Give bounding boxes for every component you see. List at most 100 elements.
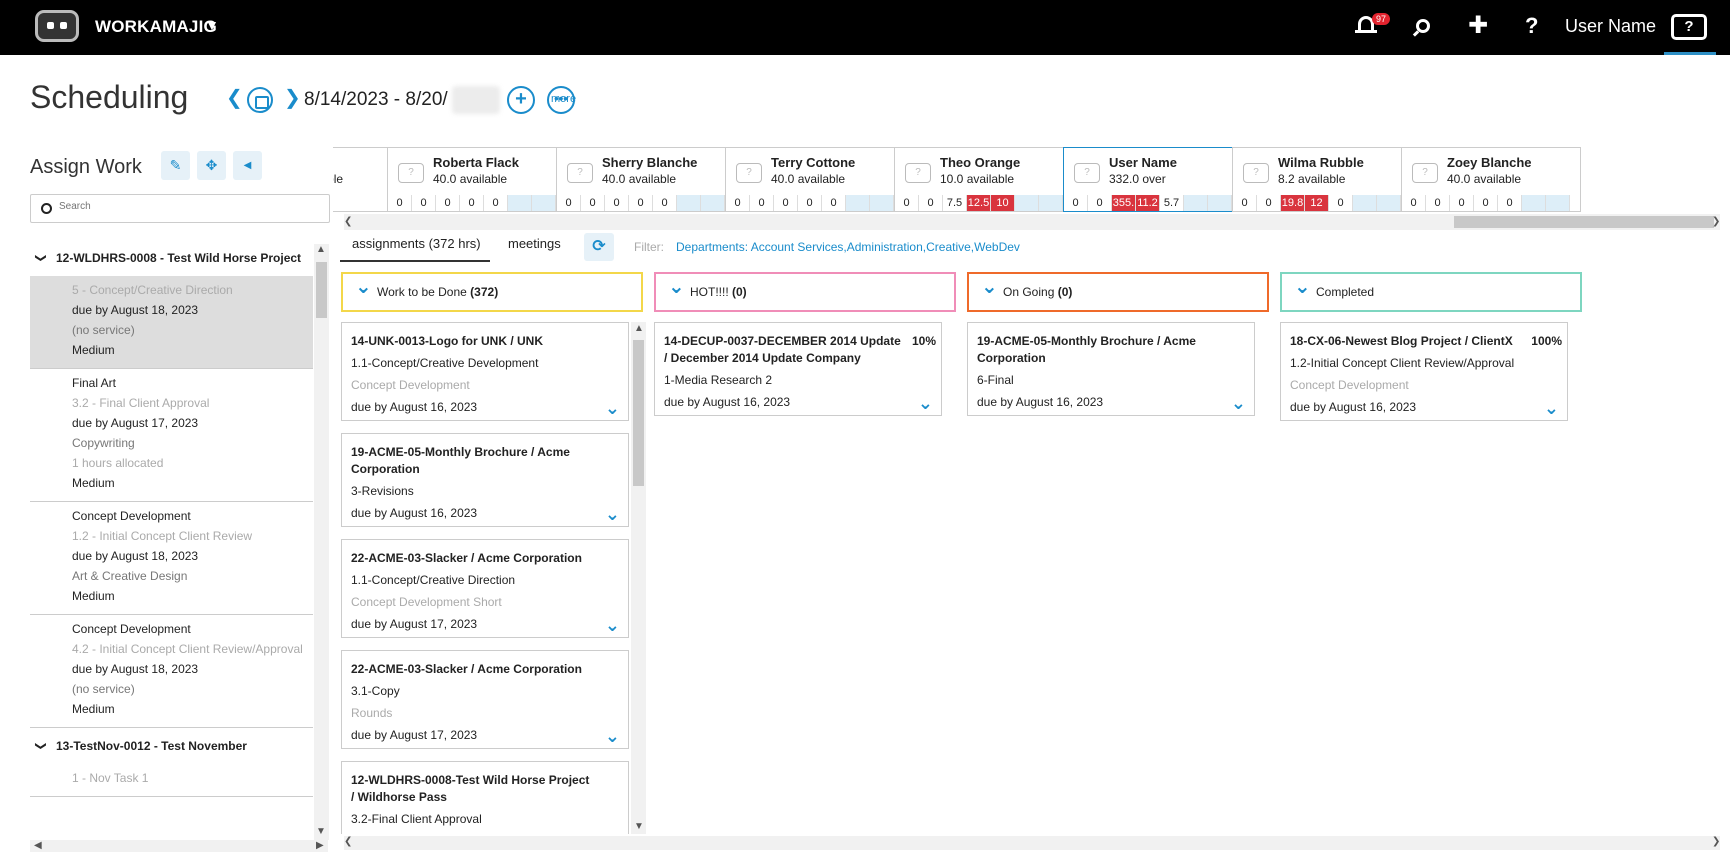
assignment-card[interactable]: 22-ACME-03-Slacker / Acme Corporation 1.1… <box>341 539 629 638</box>
chevron-down-icon[interactable]: ⌄ <box>668 274 685 299</box>
task-item[interactable]: Final Art 3.2 - Final Client Approval due … <box>30 369 313 502</box>
scroll-down-icon[interactable]: ▼ <box>634 821 644 832</box>
search-icon[interactable] <box>1416 19 1430 33</box>
edit-icon[interactable]: ✎ <box>161 151 190 180</box>
person-card[interactable]: ? Terry Cottone 40.0 available 0 0 0 0 0 <box>725 147 905 212</box>
person-card[interactable]: ? Sherry Blanche 40.0 available 0 0 0 0 0 <box>556 147 736 212</box>
chevron-down-icon[interactable]: ❯ <box>33 253 49 262</box>
task-item[interactable]: Concept Development 1.2 - Initial Concept… <box>30 502 313 615</box>
filter-value[interactable]: Departments: Account Services,Administra… <box>676 240 1020 254</box>
scroll-left-icon[interactable]: ◀ <box>34 840 42 851</box>
assignment-card[interactable]: 19-ACME-05-Monthly Brochure / Acme Corpo… <box>967 322 1255 416</box>
chevron-down-icon[interactable]: ❯ <box>33 741 49 750</box>
plus-icon[interactable]: ✚ <box>1468 11 1488 40</box>
card-line: 1.1-Concept/Creative Development <box>351 356 539 370</box>
scroll-left-icon[interactable]: ❮ <box>344 836 352 847</box>
day-cell: 0 <box>388 195 412 211</box>
scroll-right-icon[interactable]: ❯ <box>1712 216 1720 227</box>
person-card[interactable]: ? Roberta Flack 40.0 available 0 0 0 0 0 <box>387 147 567 212</box>
chevron-down-icon[interactable]: ⌄ <box>1231 394 1246 412</box>
day-cell: 0 <box>1426 195 1450 211</box>
refresh-icon[interactable]: ⟳ <box>584 233 614 261</box>
search-input[interactable] <box>59 201 319 212</box>
hide-panel-icon[interactable]: ◀ <box>233 151 262 180</box>
app-name[interactable]: WORKAMAJIG <box>95 17 217 37</box>
scroll-left-icon[interactable]: ❮ <box>344 216 352 227</box>
assignment-card[interactable]: 18-CX-06-Newest Blog Project / ClientX 10… <box>1280 322 1568 421</box>
card-line: 3.1-Copy <box>351 684 400 698</box>
assignment-card[interactable]: 14-UNK-0013-Logo for UNK / UNK 1.1-Concep… <box>341 322 629 421</box>
card-title: 14-UNK-0013-Logo for UNK / UNK <box>351 334 544 348</box>
day-cell: 0 <box>557 195 581 211</box>
chevron-down-icon[interactable]: ⌄ <box>1294 274 1311 299</box>
column-title: Completed <box>1316 285 1375 299</box>
project-header[interactable]: ❯ 13-TestNov-0012 - Test November <box>30 728 313 764</box>
help-icon[interactable]: ? <box>1671 14 1707 40</box>
assignment-card[interactable]: 12-WLDHRS-0008-Test Wild Horse Project /… <box>341 761 629 834</box>
scroll-thumb[interactable] <box>1454 216 1714 228</box>
project-header[interactable]: ❯ 12-WLDHRS-0008 - Test Wild Horse Projec… <box>30 240 313 276</box>
left-h-scrollbar[interactable] <box>30 840 328 852</box>
calendar-icon[interactable] <box>247 87 273 113</box>
chevron-down-icon[interactable]: ⌄ <box>605 505 620 523</box>
left-scrollbar[interactable] <box>314 244 329 840</box>
scroll-up-icon[interactable]: ▲ <box>634 323 644 334</box>
app-logo-icon[interactable] <box>35 10 79 42</box>
scroll-thumb[interactable] <box>633 340 644 486</box>
scroll-down-icon[interactable]: ▼ <box>316 826 326 837</box>
chevron-down-icon[interactable]: ⌄ <box>981 274 998 299</box>
chevron-down-icon[interactable]: ⌄ <box>605 616 620 634</box>
chevron-down-icon[interactable]: ⌄ <box>605 727 620 745</box>
person-name: Sherry Blanche <box>602 155 698 170</box>
next-week-icon[interactable]: ❯ <box>284 88 301 108</box>
assignment-card[interactable]: 14-DECUP-0037-DECEMBER 2014 Update / Dec… <box>654 322 942 416</box>
add-icon[interactable]: + <box>507 86 535 114</box>
person-card[interactable]: ? Wilma Rubble 8.2 available 0 0 19.8 12 0 <box>1232 147 1412 212</box>
task-item[interactable]: Concept Development 4.2 - Initial Concept… <box>30 615 313 728</box>
chevron-down-icon[interactable]: ⌄ <box>355 274 372 299</box>
user-menu[interactable]: User Name <box>1565 16 1656 37</box>
scroll-thumb[interactable] <box>316 262 327 318</box>
card-line: Concept Development Short <box>351 595 502 609</box>
column-count: (372) <box>470 285 499 299</box>
scroll-up-icon[interactable]: ▲ <box>316 244 326 255</box>
chevron-down-icon[interactable]: ⌄ <box>605 399 620 417</box>
scroll-right-icon[interactable]: ❯ <box>1712 836 1720 847</box>
chevron-down-icon[interactable]: ⌄ <box>1544 399 1559 417</box>
tab-assignments[interactable]: assignments (372 hrs) <box>340 236 490 262</box>
column-header[interactable]: ⌄ On Going (0) <box>967 272 1269 312</box>
person-card[interactable]: ? Theo Orange 10.0 available 0 0 7.5 12.5 10 <box>894 147 1074 212</box>
task-item[interactable]: 5 - Concept/Creative Direction due by Aug… <box>30 276 313 369</box>
chevron-down-icon[interactable]: ▼ <box>205 17 219 33</box>
column-header[interactable]: ⌄ Work to be Done (372) <box>341 272 643 312</box>
tab-meetings[interactable]: meetings <box>508 236 561 262</box>
question-icon[interactable]: ? <box>1525 13 1538 39</box>
task-line: Copywriting <box>72 436 135 450</box>
column-header[interactable]: ⌄ HOT!!!! (0) <box>654 272 956 312</box>
column-header[interactable]: ⌄ Completed <box>1280 272 1582 312</box>
assignment-card[interactable]: 22-ACME-03-Slacker / Acme Corporation 3.1… <box>341 650 629 749</box>
prev-week-icon[interactable]: ❮ <box>226 88 243 108</box>
person-card[interactable]: ? Zoey Blanche 40.0 available 0 0 0 0 0 <box>1401 147 1581 212</box>
card-title: 18-CX-06-Newest Blog Project / ClientX <box>1290 334 1513 348</box>
collapse-icon[interactable]: ✥ <box>197 151 226 180</box>
chevron-down-icon[interactable]: ⌄ <box>918 394 933 412</box>
day-cell: 0 <box>484 195 508 211</box>
task-line: due by August 18, 2023 <box>72 549 199 563</box>
card-line: Final Art <box>351 833 620 834</box>
people-scrollbar[interactable] <box>344 214 1720 230</box>
person-card[interactable]: ? User Name 332.0 over 0 0 355. 11.2 5.7 <box>1063 147 1243 212</box>
scroll-right-icon[interactable]: ▶ <box>316 840 324 851</box>
day-cell <box>1015 195 1039 211</box>
person-name: Wilma Rubble <box>1278 155 1364 170</box>
card-line: 6-Final <box>977 373 1014 387</box>
search-field[interactable] <box>30 194 330 223</box>
board-h-scrollbar[interactable] <box>344 836 1720 850</box>
task-item[interactable]: 1 - Nov Task 1 <box>30 764 313 797</box>
date-range: 8/14/2023 - 8/20/ <box>304 89 448 110</box>
more-link[interactable]: more <box>551 93 576 105</box>
column-scrollbar[interactable] <box>631 322 646 834</box>
person-availability: 40.0 available <box>1447 172 1522 186</box>
assignment-card[interactable]: 19-ACME-05-Monthly Brochure / Acme Corpo… <box>341 433 629 527</box>
day-cell <box>1377 195 1401 211</box>
